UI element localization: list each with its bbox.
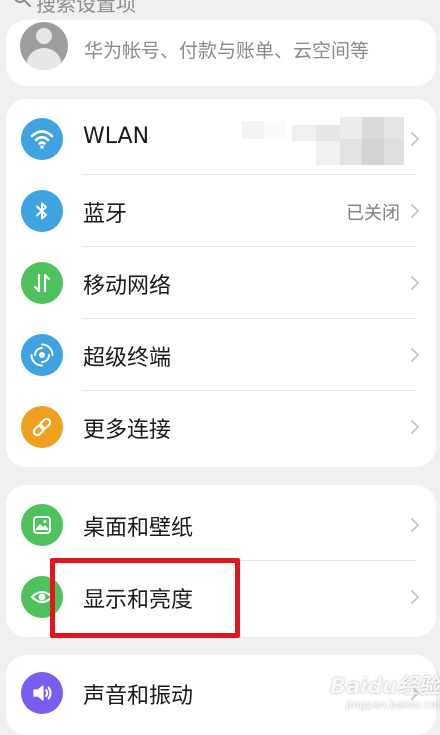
- chevron-right-icon: [411, 132, 419, 146]
- avatar: [20, 22, 68, 70]
- super-device-icon: [21, 334, 63, 376]
- chevron-right-icon: [411, 518, 419, 532]
- wifi-icon: [21, 118, 63, 160]
- settings-item-label: 更多连接: [83, 418, 172, 443]
- settings-item-label: 桌面和壁纸: [83, 516, 194, 541]
- speaker-icon: [21, 672, 63, 714]
- wallpaper-icon: [21, 504, 63, 546]
- chevron-right-icon: [411, 348, 419, 362]
- settings-item-wallpaper[interactable]: 桌面和壁纸: [6, 489, 436, 561]
- eye-icon: [21, 576, 63, 618]
- settings-item-mobile-network[interactable]: 移动网络: [6, 247, 436, 319]
- connectivity-group: WLAN 蓝牙 已关闭 移动网络 超级终端 更多连接: [6, 99, 436, 467]
- search-icon: [12, 0, 32, 8]
- search-input[interactable]: 搜索设置项: [36, 0, 136, 14]
- settings-item-super-device[interactable]: 超级终端: [6, 319, 436, 391]
- chevron-right-icon: [411, 276, 419, 290]
- search-bar[interactable]: 搜索设置项: [0, 0, 440, 14]
- settings-item-bluetooth[interactable]: 蓝牙 已关闭: [6, 175, 436, 247]
- settings-item-label: 蓝牙: [83, 202, 128, 227]
- settings-item-label: WLAN: [83, 124, 150, 149]
- settings-item-label: 显示和亮度: [83, 588, 194, 613]
- blurred-region: [242, 117, 408, 167]
- account-subtitle: 华为帐号、付款与账单、云空间等: [84, 40, 370, 62]
- settings-item-label: 移动网络: [83, 274, 172, 299]
- chevron-right-icon: [411, 204, 419, 218]
- bluetooth-status: 已关闭: [346, 203, 400, 224]
- settings-item-sound-vibration[interactable]: 声音和振动: [6, 657, 436, 729]
- settings-item-label: 声音和振动: [83, 684, 194, 709]
- account-card[interactable]: 华为帐号、付款与账单、云空间等: [6, 20, 436, 86]
- settings-item-label: 超级终端: [83, 346, 172, 371]
- chevron-right-icon: [411, 590, 419, 604]
- bluetooth-icon: [21, 190, 63, 232]
- mobile-network-icon: [21, 262, 63, 304]
- display-group: 桌面和壁纸 显示和亮度: [6, 485, 436, 637]
- chevron-right-icon: [411, 686, 419, 700]
- settings-item-more-connections[interactable]: 更多连接: [6, 391, 436, 463]
- link-icon: [21, 406, 63, 448]
- settings-item-wlan[interactable]: WLAN: [6, 103, 436, 175]
- chevron-right-icon: [411, 420, 419, 434]
- settings-item-display-brightness[interactable]: 显示和亮度: [6, 561, 436, 633]
- sound-group: 声音和振动: [6, 655, 436, 735]
